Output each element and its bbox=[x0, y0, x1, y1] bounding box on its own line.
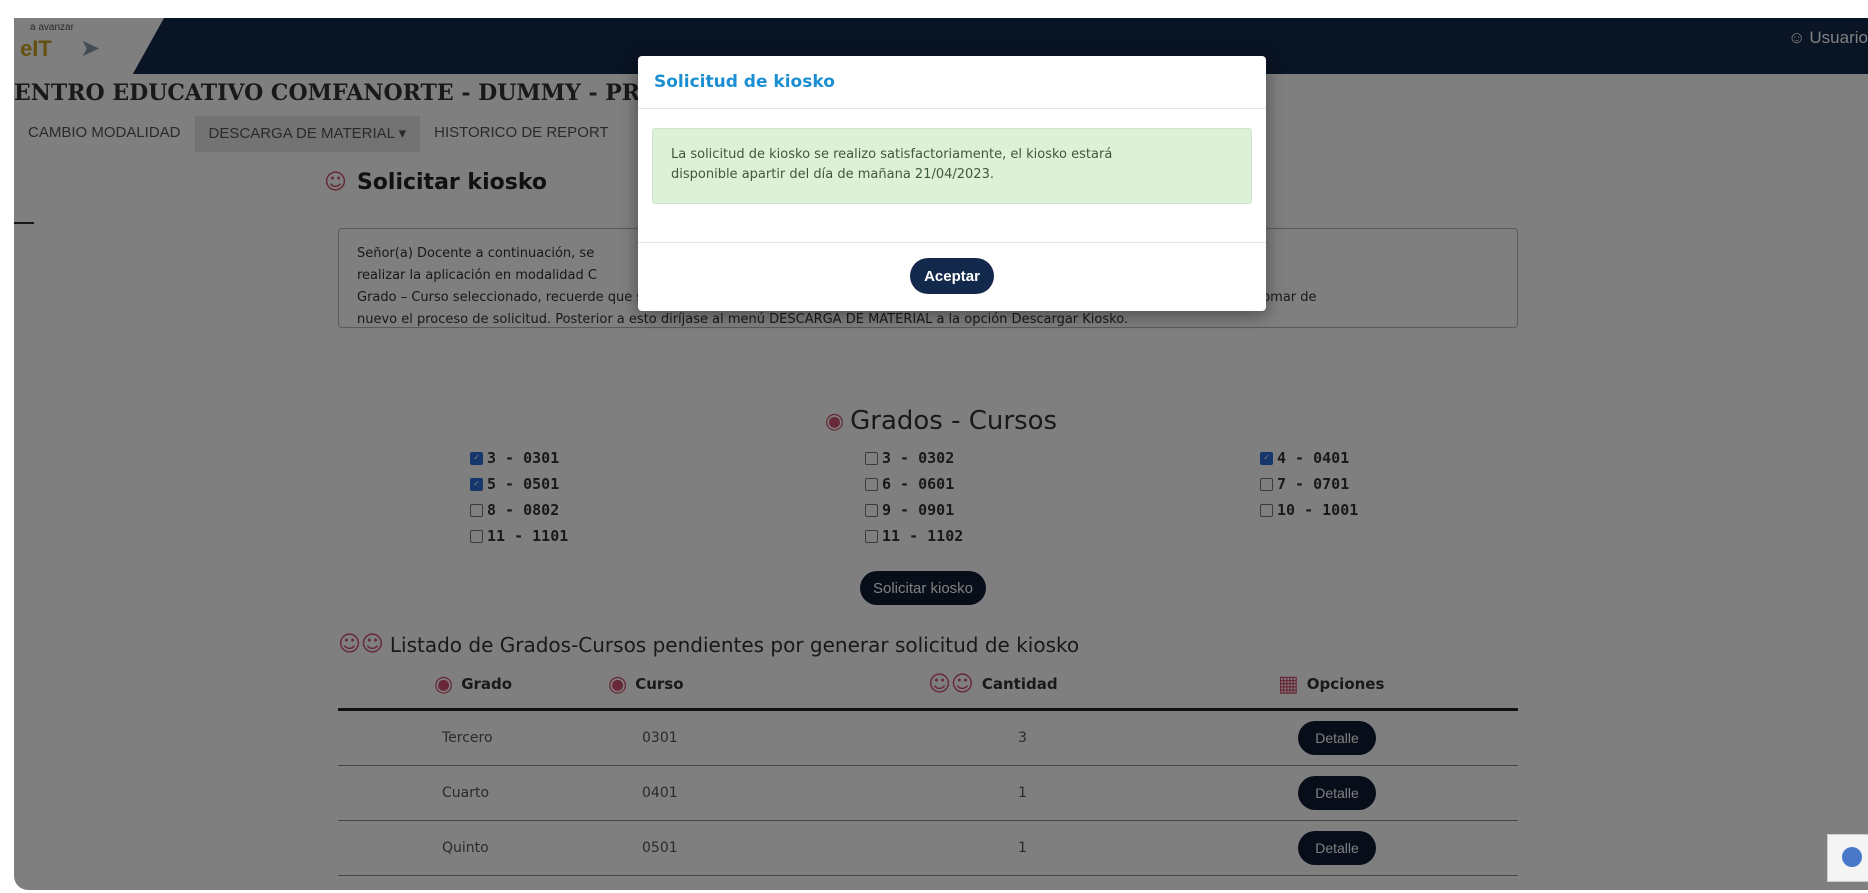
modal-footer-divider bbox=[638, 242, 1266, 243]
recaptcha-icon bbox=[1842, 847, 1862, 867]
alert-line: disponible apartir del día de mañana 21/… bbox=[671, 167, 994, 182]
recaptcha-badge[interactable] bbox=[1827, 834, 1868, 882]
alert-line: La solicitud de kiosko se realizo satisf… bbox=[671, 147, 1113, 162]
browser-viewport: ☺Usuario a avanzar eIT ➤ ENTRO EDUCATIVO… bbox=[14, 18, 1868, 890]
solicitud-modal: Solicitud de kiosko La solicitud de kios… bbox=[638, 56, 1266, 311]
modal-title: Solicitud de kiosko bbox=[638, 56, 1266, 109]
success-alert: La solicitud de kiosko se realizo satisf… bbox=[652, 128, 1252, 204]
aceptar-button[interactable]: Aceptar bbox=[910, 258, 994, 294]
